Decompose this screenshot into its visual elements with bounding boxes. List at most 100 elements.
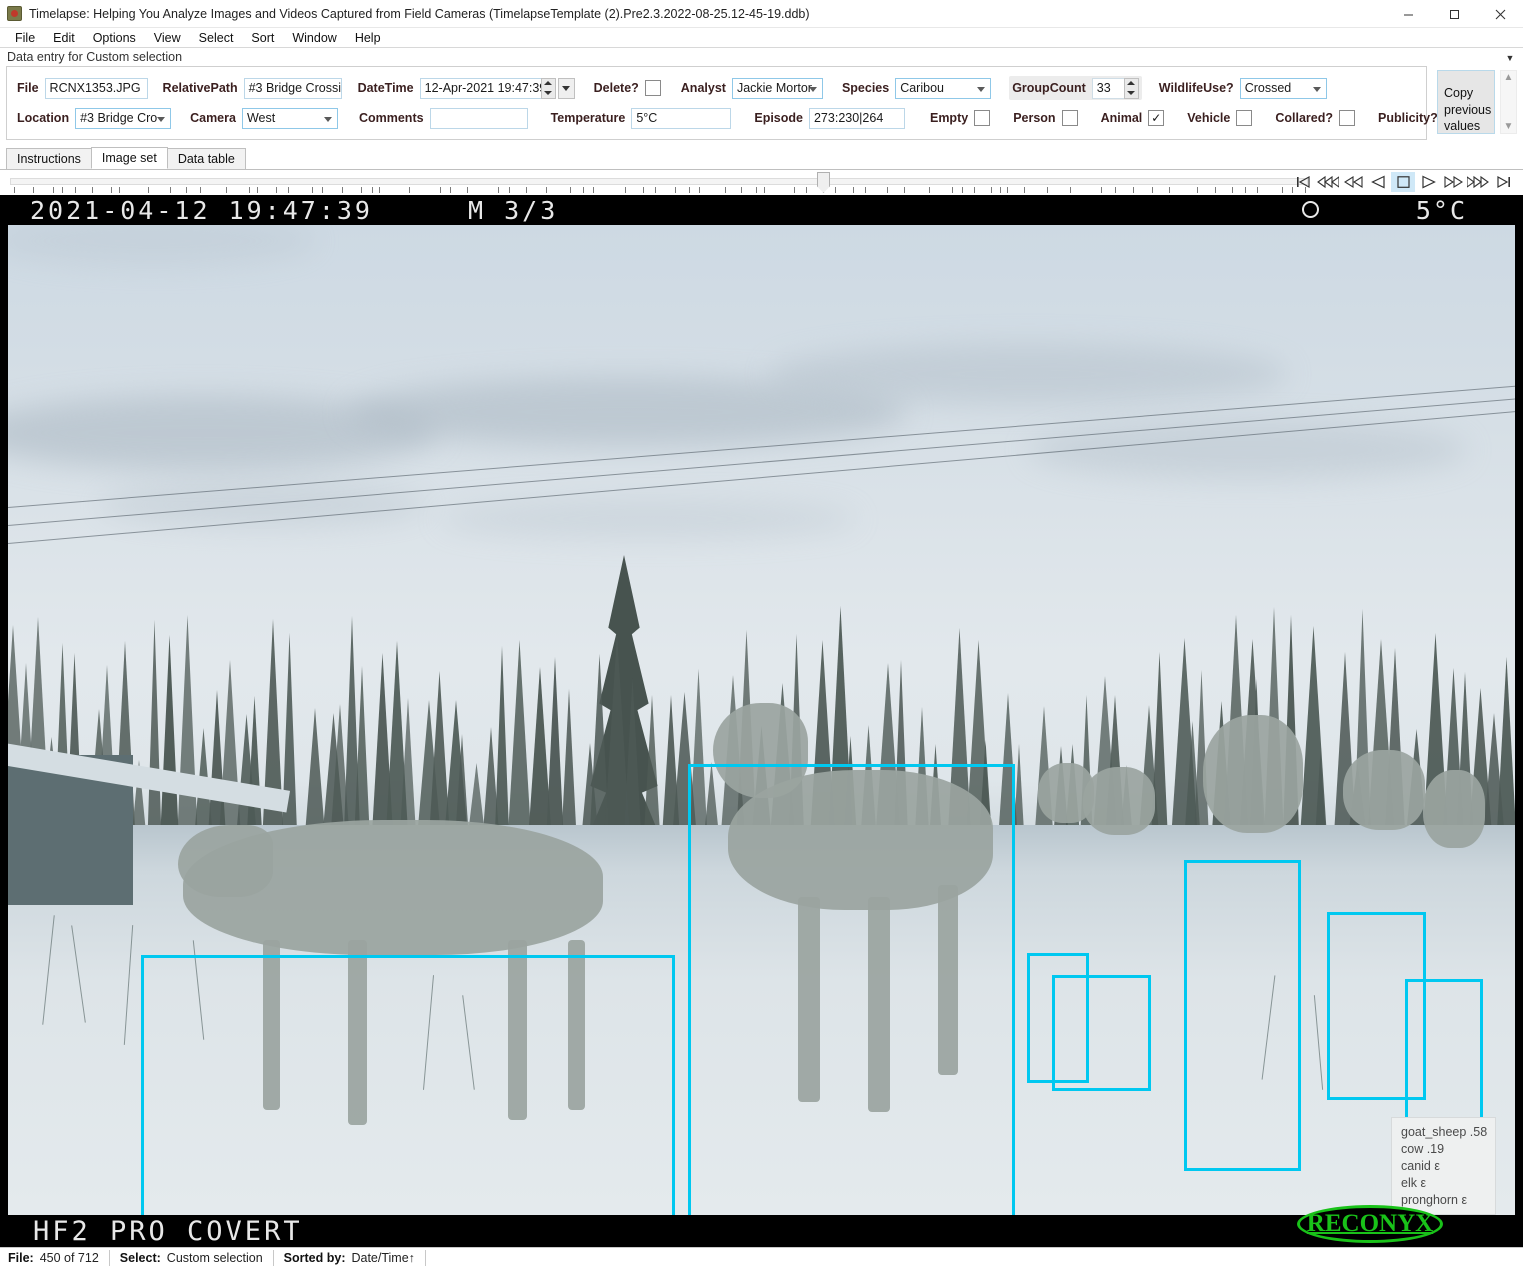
slider-tick [952, 187, 953, 193]
field-species: Species Caribou [842, 78, 991, 99]
empty-checkbox[interactable] [974, 110, 990, 126]
location-select[interactable]: #3 Bridge Cro [75, 108, 171, 129]
person-checkbox[interactable] [1062, 110, 1078, 126]
slider-tick [675, 187, 676, 193]
menu-edit[interactable]: Edit [44, 29, 84, 47]
camera-select[interactable]: West [242, 108, 338, 129]
last-frame-button[interactable] [1491, 172, 1515, 192]
stop-button[interactable] [1391, 172, 1415, 192]
forward-fastest-button[interactable] [1466, 172, 1490, 192]
slider-tick [170, 187, 171, 193]
slider-tick [148, 187, 149, 193]
detection-box-4[interactable] [1052, 975, 1151, 1091]
status-sorted: Sorted by: Date/Time↑ [282, 1250, 426, 1266]
scroll-down-icon[interactable]: ▼ [1504, 120, 1514, 133]
menu-sort[interactable]: Sort [242, 29, 283, 47]
detection-box-2[interactable] [688, 764, 1015, 1247]
camera-sequence: M 3/3 [468, 196, 558, 225]
play-backward-button[interactable] [1366, 172, 1390, 192]
maximize-button[interactable] [1431, 0, 1477, 28]
slider-tick [312, 187, 313, 193]
rewind-fastest-button[interactable] [1316, 172, 1340, 192]
animal-checkbox[interactable]: ✓ [1148, 110, 1164, 126]
person-label: Person [1013, 111, 1055, 125]
status-file-key: File: [8, 1251, 34, 1265]
slider-tick [725, 187, 726, 193]
slider-tick [509, 187, 510, 193]
slider-tick [929, 187, 930, 193]
status-select-key: Select: [120, 1251, 161, 1265]
slider-tick [991, 187, 992, 193]
datetime-input[interactable]: 12-Apr-2021 19:47:39 [420, 78, 541, 99]
minimize-button[interactable] [1385, 0, 1431, 28]
first-frame-button[interactable] [1291, 172, 1315, 192]
play-forward-button[interactable] [1416, 172, 1440, 192]
menu-help[interactable]: Help [346, 29, 390, 47]
scroll-up-icon[interactable]: ▲ [1504, 71, 1514, 84]
collared-checkbox[interactable] [1339, 110, 1355, 126]
close-button[interactable] [1477, 0, 1523, 28]
tab-data-table[interactable]: Data table [167, 148, 246, 169]
app-icon [7, 6, 22, 21]
groupcount-stepper[interactable] [1124, 78, 1139, 99]
status-file-value: 450 of 712 [40, 1251, 99, 1265]
comments-input[interactable] [430, 108, 528, 129]
menu-window[interactable]: Window [283, 29, 345, 47]
tab-instructions[interactable]: Instructions [6, 148, 92, 169]
slider-tick [111, 187, 112, 193]
slider-tick [1245, 187, 1246, 193]
detection-box-1[interactable] [141, 955, 675, 1247]
panel-collapse-chevron-down-icon[interactable]: ▼ [1503, 52, 1517, 64]
datetime-stepper[interactable] [541, 78, 556, 99]
slider-tick [450, 187, 451, 193]
wildlifeuse-select[interactable]: Crossed [1240, 78, 1327, 99]
menu-view[interactable]: View [145, 29, 190, 47]
species-select[interactable]: Caribou [895, 78, 991, 99]
slider-tick [1257, 187, 1258, 193]
groupcount-input[interactable]: 33 [1092, 78, 1124, 99]
delete-checkbox[interactable] [645, 80, 661, 96]
panel-scrollbar[interactable]: ▲ ▼ [1500, 70, 1517, 134]
datetime-dropdown-button[interactable] [558, 78, 575, 99]
image-viewer[interactable]: goat_sheep .58 cow .19 canid ε elk ε pro… [0, 195, 1523, 1247]
tab-image-set[interactable]: Image set [91, 147, 168, 169]
temperature-input[interactable]: 5°C [631, 108, 731, 129]
vehicle-checkbox[interactable] [1236, 110, 1252, 126]
camera-info-bar-bottom: HF2 PRO COVERT RECONYX [8, 1215, 1515, 1247]
camera-temperature: 5°C [1416, 196, 1467, 225]
slider-tick [1197, 187, 1198, 193]
slider-tick [1152, 187, 1153, 193]
menu-select[interactable]: Select [190, 29, 243, 47]
rewind-fast-button[interactable] [1341, 172, 1365, 192]
menu-options[interactable]: Options [84, 29, 145, 47]
slider-tick [288, 187, 289, 193]
moon-phase-icon [1302, 201, 1319, 218]
slider-tick [904, 187, 905, 193]
slider-tick [342, 187, 343, 193]
camera-trap-photo[interactable]: goat_sheep .58 cow .19 canid ε elk ε pro… [8, 195, 1515, 1247]
slider-tick [75, 187, 76, 193]
relativepath-input[interactable]: #3 Bridge Crossi [244, 78, 342, 99]
menu-file[interactable]: File [6, 29, 44, 47]
status-file: File: 450 of 712 [6, 1250, 110, 1266]
field-person: Person [1013, 110, 1077, 126]
camera-label: Camera [190, 111, 236, 125]
field-episode: Episode 273:230|264 [754, 108, 905, 129]
detection-label-2: cow .19 [1401, 1141, 1487, 1158]
collared-label: Collared? [1275, 111, 1333, 125]
file-input[interactable]: RCNX1353.JPG [45, 78, 148, 99]
forward-fast-button[interactable] [1441, 172, 1465, 192]
transport-bar [0, 170, 1523, 195]
slider-tick [625, 187, 626, 193]
copy-previous-values-button[interactable]: Copy previous values [1437, 70, 1495, 134]
slider-tick [853, 187, 854, 193]
slider-tick [440, 187, 441, 193]
image-position-slider[interactable] [10, 178, 1308, 185]
detection-box-5[interactable] [1184, 860, 1301, 1171]
field-relativepath: RelativePath #3 Bridge Crossi [163, 78, 342, 99]
episode-input[interactable]: 273:230|264 [809, 108, 905, 129]
slider-tick [962, 187, 963, 193]
species-label: Species [842, 81, 889, 95]
slider-tick [655, 187, 656, 193]
analyst-select[interactable]: Jackie Mortor [732, 78, 823, 99]
